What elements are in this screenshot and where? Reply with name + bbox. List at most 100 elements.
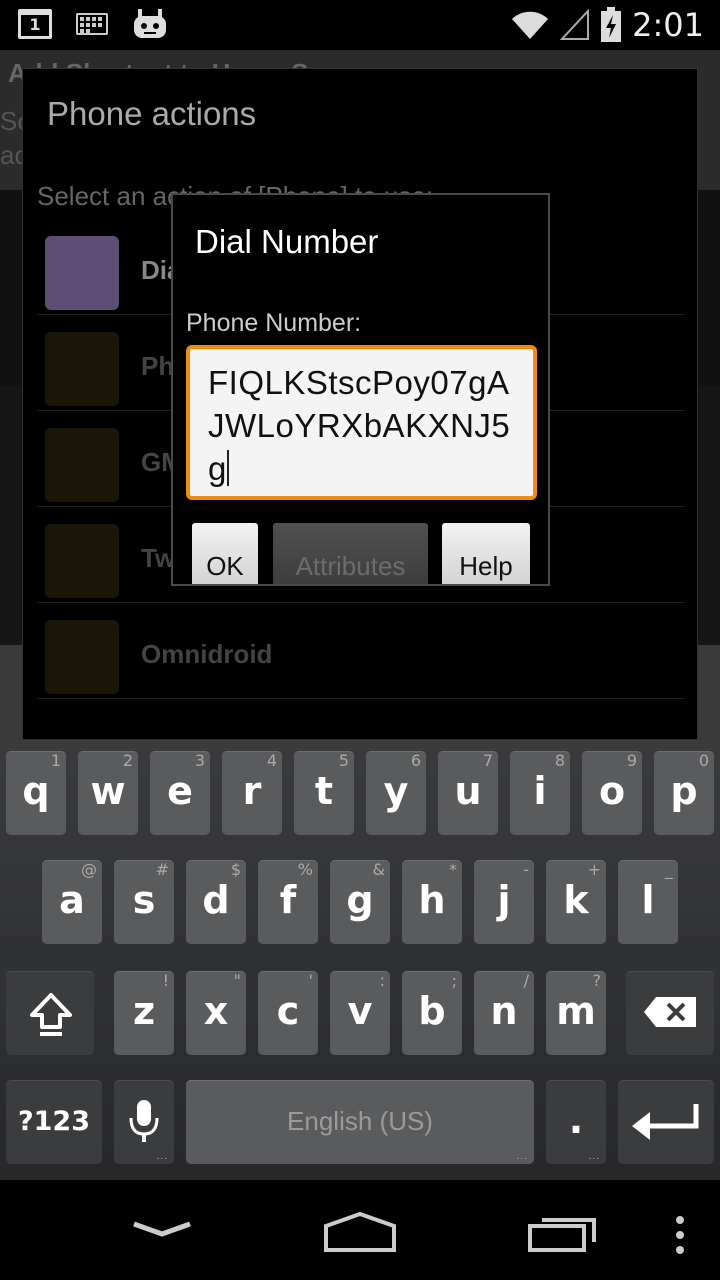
shift-key[interactable] — [6, 971, 94, 1055]
key-b[interactable]: ; b — [402, 971, 462, 1055]
action-label: Omnidroid — [141, 639, 273, 669]
key-label: p — [670, 769, 698, 813]
key-hint: + — [587, 860, 601, 879]
key-n[interactable]: / n — [474, 971, 534, 1055]
key-label: g — [346, 878, 374, 922]
status-bar: 1 2:01 — [0, 0, 720, 50]
enter-key[interactable] — [618, 1080, 714, 1164]
key-hint: ' — [308, 971, 313, 990]
action-icon — [45, 332, 119, 406]
help-button[interactable]: Help — [442, 523, 530, 584]
key-hint: 4 — [266, 751, 277, 770]
keyboard-icon — [76, 13, 108, 35]
action-label: Ph — [141, 351, 175, 381]
key-s[interactable]: # s — [114, 860, 174, 944]
key-l[interactable]: _ l — [618, 860, 678, 944]
key-m[interactable]: ? m — [546, 971, 606, 1055]
key-label: r — [242, 769, 262, 813]
key-label: s — [132, 878, 156, 922]
key-u[interactable]: 7u — [438, 751, 498, 835]
key-y[interactable]: 6y — [366, 751, 426, 835]
dialog-title: Phone actions — [47, 95, 257, 132]
key-label: h — [418, 878, 446, 922]
key-t[interactable]: 5t — [294, 751, 354, 835]
key-label: u — [454, 769, 482, 813]
key-label: e — [167, 769, 193, 813]
key-hint: * — [449, 860, 457, 879]
back-icon[interactable] — [112, 1200, 212, 1260]
key-v[interactable]: :v — [330, 971, 390, 1055]
shift-icon — [30, 993, 72, 1036]
key-label: m — [556, 989, 596, 1033]
attributes-button[interactable]: Attributes — [273, 523, 428, 584]
dialog-buttons: OK Attributes Help — [173, 521, 548, 584]
key-p[interactable]: 0p — [654, 751, 714, 835]
menu-icon[interactable] — [630, 1200, 720, 1260]
action-icon — [45, 524, 119, 598]
action-item-omnidroid[interactable]: Omnidroid — [37, 603, 685, 699]
symbols-key[interactable]: ?123 — [6, 1080, 102, 1164]
key-label: b — [418, 989, 446, 1033]
key-hint: % — [297, 860, 313, 879]
key-c[interactable]: ' c — [258, 971, 318, 1055]
key-i[interactable]: 8i — [510, 751, 570, 835]
key-a[interactable]: @ a — [42, 860, 102, 944]
recents-icon[interactable] — [512, 1200, 612, 1260]
navigation-bar — [0, 1180, 720, 1280]
action-icon — [45, 428, 119, 502]
microphone-icon — [129, 1100, 159, 1142]
backspace-key[interactable] — [626, 971, 714, 1055]
key-label: a — [59, 878, 85, 922]
phone-number-value: FIQLKStscPoy07gAJWLoYRXbAKXNJ5g — [208, 364, 511, 487]
key-label: n — [490, 989, 518, 1033]
key-label: c — [276, 989, 300, 1033]
key-hint: 6 — [410, 751, 421, 770]
key-f[interactable]: % f — [258, 860, 318, 944]
key-label: v — [347, 989, 373, 1033]
key-label: j — [497, 878, 511, 922]
key-hint: 9 — [626, 751, 637, 770]
key-hint: $ — [230, 860, 241, 879]
key-x[interactable]: " x — [186, 971, 246, 1055]
action-icon — [45, 620, 119, 694]
key-hint: ; — [451, 971, 457, 990]
clock: 2:01 — [632, 6, 704, 44]
key-q[interactable]: 1q — [6, 751, 66, 835]
key-hint: : — [379, 971, 385, 990]
key-g[interactable]: & g — [330, 860, 390, 944]
key-hint: 1 — [50, 751, 61, 770]
voice-input-key[interactable]: ... — [114, 1080, 174, 1164]
dial-number-dialog: Dial Number Phone Number: FIQLKStscPoy07… — [171, 193, 550, 586]
space-key[interactable]: English (US) ... — [186, 1080, 534, 1164]
key-j[interactable]: -j — [474, 860, 534, 944]
key-r[interactable]: 4r — [222, 751, 282, 835]
key-label: t — [314, 769, 334, 813]
key-o[interactable]: 9o — [582, 751, 642, 835]
key-e[interactable]: 3e — [150, 751, 210, 835]
key-z[interactable]: ! z — [114, 971, 174, 1055]
key-hint: @ — [81, 860, 97, 879]
battery-charging-icon — [601, 7, 622, 42]
key-label: x — [203, 989, 229, 1033]
key-label: w — [90, 769, 126, 813]
key-w[interactable]: 2w — [78, 751, 138, 835]
enter-icon — [632, 1104, 699, 1140]
key-hint: & — [372, 860, 385, 879]
key-hint: _ — [665, 860, 673, 879]
key-hint: 5 — [338, 751, 349, 770]
period-key[interactable]: . ... — [546, 1080, 606, 1164]
key-k[interactable]: + k — [546, 860, 606, 944]
key-hint: # — [155, 860, 169, 879]
key-h[interactable]: * h — [402, 860, 462, 944]
dialog-title: Dial Number — [195, 223, 379, 260]
key-hint: ! — [162, 971, 169, 990]
action-icon — [45, 236, 119, 310]
key-d[interactable]: $ d — [186, 860, 246, 944]
phone-number-input[interactable]: FIQLKStscPoy07gAJWLoYRXbAKXNJ5g — [186, 345, 537, 500]
key-label: i — [533, 769, 547, 813]
key-hint: " — [233, 971, 241, 990]
key-label: f — [279, 878, 297, 922]
ok-button[interactable]: OK — [192, 523, 258, 584]
soft-keyboard: 1q2w3e4r5t6y7u8i9o0p @ a # s $ d% f & g * h - j + k _ l … — [0, 740, 720, 1180]
home-icon[interactable] — [310, 1200, 410, 1260]
